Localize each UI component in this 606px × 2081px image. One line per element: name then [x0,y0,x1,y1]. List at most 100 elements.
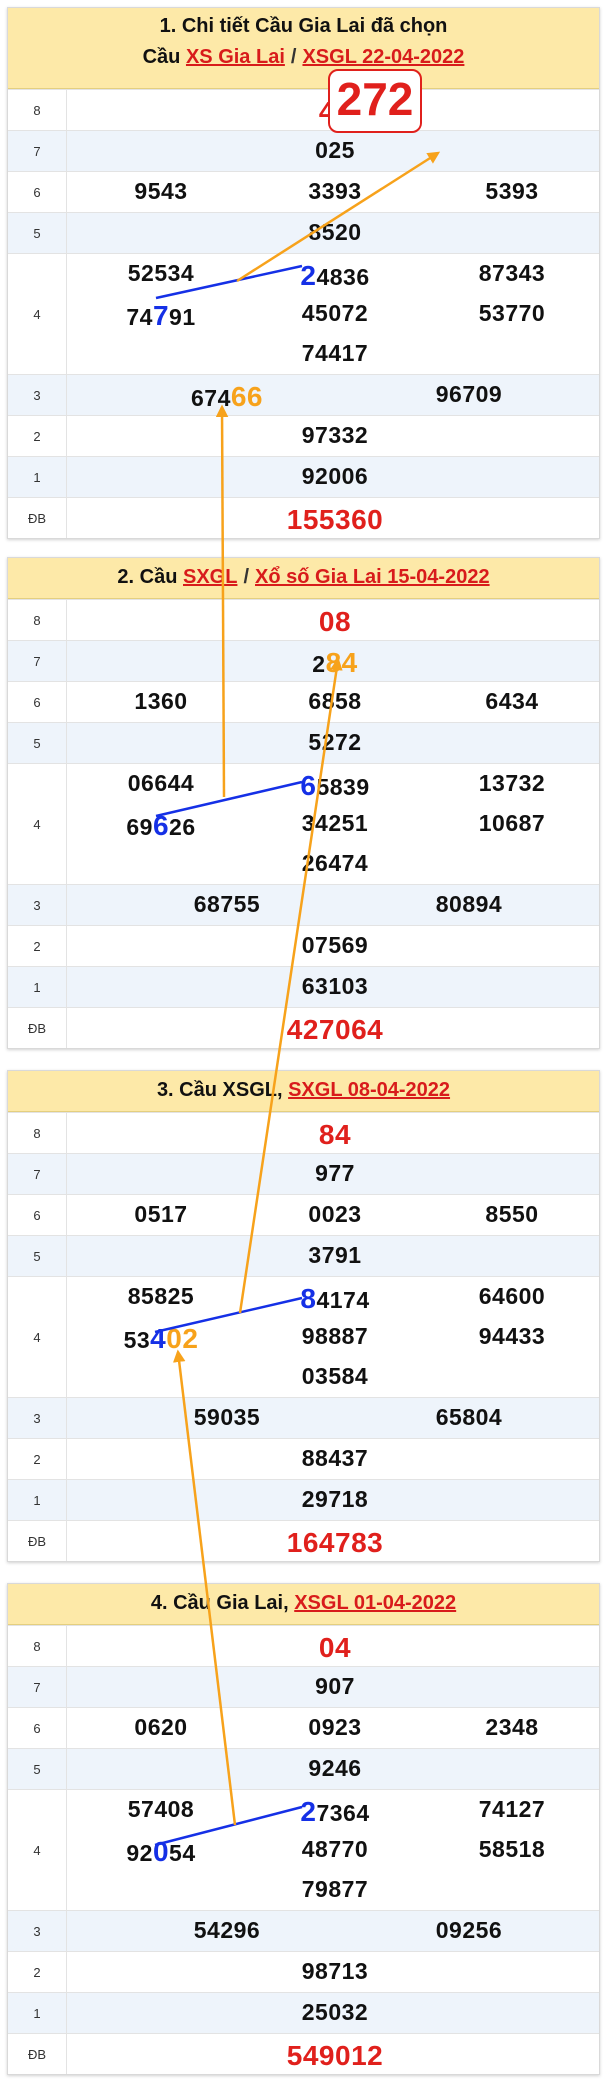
prize-numbers: 63103 [67,967,599,1007]
prize-numbers: 0517 0023 8550 [67,1195,599,1235]
prize-row-7: 7 025 [8,130,599,171]
lottery-number: 64600 [478,1283,546,1309]
prize-row-2: 2 97332 [8,415,599,456]
date-result-link[interactable]: XSGL 22-04-2022 [302,46,464,68]
prize-label: 1 [8,1480,67,1520]
digit-group: 91 [169,304,196,330]
prize-numbers: 92006 [67,457,599,497]
digit-group: 92 [126,1840,153,1866]
panel-header: 1. Chi tiết Cầu Gia Lai đã chọn Cầu XS Gi… [8,8,599,89]
prize-numbers: 284 [67,641,599,681]
prize-row-5: 5 9246 [8,1748,599,1789]
date-result-link[interactable]: Xổ số Gia Lai 15-04-2022 [255,566,490,588]
lottery-number: 27364 [300,1796,369,1828]
prize-row-5: 5 8520 [8,212,599,253]
lottery-number: 3791 [308,1242,362,1268]
lottery-number: 53770 [478,300,546,326]
prize-row-3: 3 68755 80894 [8,884,599,925]
lottery-number: 2348 [485,1714,539,1740]
lottery-number: 07569 [301,932,369,958]
prize-row-8: 8 84 [8,1112,599,1153]
title-separator: / [243,566,250,588]
lottery-number: 24836 [300,260,369,292]
prize-row-special: ĐB 164783 [8,1520,599,1561]
prize-row-1: 1 63103 [8,966,599,1007]
lottery-number: 68755 [193,891,261,917]
prize-numbers: 977 [67,1154,599,1194]
lottery-number: 155360 [286,504,384,535]
prize-label: 6 [8,172,67,212]
result-panel-1: 1. Chi tiết Cầu Gia Lai đã chọn Cầu XS Gi… [7,7,600,539]
lottery-number: 8520 [308,219,362,245]
region-link[interactable]: SXGL [183,566,237,588]
lottery-number: 59035 [193,1404,261,1430]
prize-label: ĐB [8,498,67,538]
lottery-number: 84174 [300,1283,369,1315]
prize-numbers: 164783 [67,1521,599,1561]
lottery-number: 0023 [308,1201,362,1227]
prize-row-8: 849 [8,89,599,130]
lottery-number: 164783 [286,1527,384,1558]
lottery-number: 63103 [301,973,369,999]
lottery-number: 0923 [308,1714,362,1740]
date-result-link[interactable]: XSGL 01-04-2022 [294,1592,456,1614]
bridge-digit: 2 [300,260,317,291]
result-panel-3: 3. Cầu XSGL, SXGL 08-04-2022 8 84 7 977 6 0517… [7,1070,600,1562]
lottery-number: 0620 [134,1714,188,1740]
prize-label: 4 [8,254,67,374]
result-panel-2: 2. Cầu SXGL / Xổ số Gia Lai 15-04-2022 8 08 7… [7,557,600,1049]
lottery-number: 25032 [301,1999,369,2025]
lottery-number: 67466 [191,381,263,413]
prize-label: ĐB [8,1008,67,1048]
prize-row-6: 6 9543 3393 5393 [8,171,599,212]
digit-group: 5839 [316,774,370,800]
bridge-digit: 6 [152,810,170,841]
prize-numbers: 84 [67,1113,599,1153]
prize-numbers: 0620 0923 2348 [67,1708,599,1748]
predicted-number-badge: 272 [328,69,422,133]
bridge-digit: 8 [300,1283,317,1314]
lottery-number: 06644 [127,770,195,796]
lottery-number: 1360 [134,688,188,714]
lottery-number: 80894 [435,891,503,917]
date-result-link[interactable]: SXGL 08-04-2022 [288,1079,450,1101]
result-digit: 84 [325,647,358,678]
lottery-number: 98887 [301,1323,369,1349]
lottery-number: 48770 [301,1836,369,1862]
prize-numbers: 08 [67,600,599,640]
lottery-number: 9543 [134,178,188,204]
prize-numbers: 25032 [67,1993,599,2033]
digit-group: 69 [126,814,153,840]
prize-label: 7 [8,1667,67,1707]
lottery-number: 284 [312,647,357,679]
prize-label: 6 [8,682,67,722]
prize-row-5: 5 3791 [8,1235,599,1276]
prize-label: 1 [8,1993,67,2033]
prize-label: 5 [8,213,67,253]
prize-numbers: 07569 [67,926,599,966]
panel-subtitle: 2. Cầu SXGL / Xổ số Gia Lai 15-04-2022 [8,558,599,589]
prize-numbers: 907 [67,1667,599,1707]
prize-label: 3 [8,1911,67,1951]
region-link[interactable]: XS Gia Lai [186,46,285,68]
lottery-number: 9246 [308,1755,362,1781]
lottery-number: 08 [318,606,352,637]
bridge-digit: 6 [300,770,317,801]
prize-row-6: 6 0620 0923 2348 [8,1707,599,1748]
panel-subtitle: 4. Cầu Gia Lai, XSGL 01-04-2022 [8,1584,599,1615]
prize-label: 5 [8,1749,67,1789]
prize-row-8: 8 08 [8,599,599,640]
prize-row-7: 7 907 [8,1666,599,1707]
prize-numbers: 57408 27364 74127 92054 48770 58518 79877 [67,1790,599,1910]
digit-group: 2 [312,651,326,677]
lottery-number: 92006 [301,463,369,489]
prize-label: 4 [8,1277,67,1397]
prize-row-1: 1 92006 [8,456,599,497]
digit-group: 674 [190,385,231,411]
lottery-number: 977 [315,1160,355,1186]
title-prefix: 4. Cầu Gia Lai, [150,1592,289,1614]
lottery-number: 53402 [124,1323,199,1355]
prize-numbers: 06644 65839 13732 69626 34251 10687 26474 [67,764,599,884]
bridge-digit: 2 [300,1796,317,1827]
lottery-number: 45072 [301,300,369,326]
